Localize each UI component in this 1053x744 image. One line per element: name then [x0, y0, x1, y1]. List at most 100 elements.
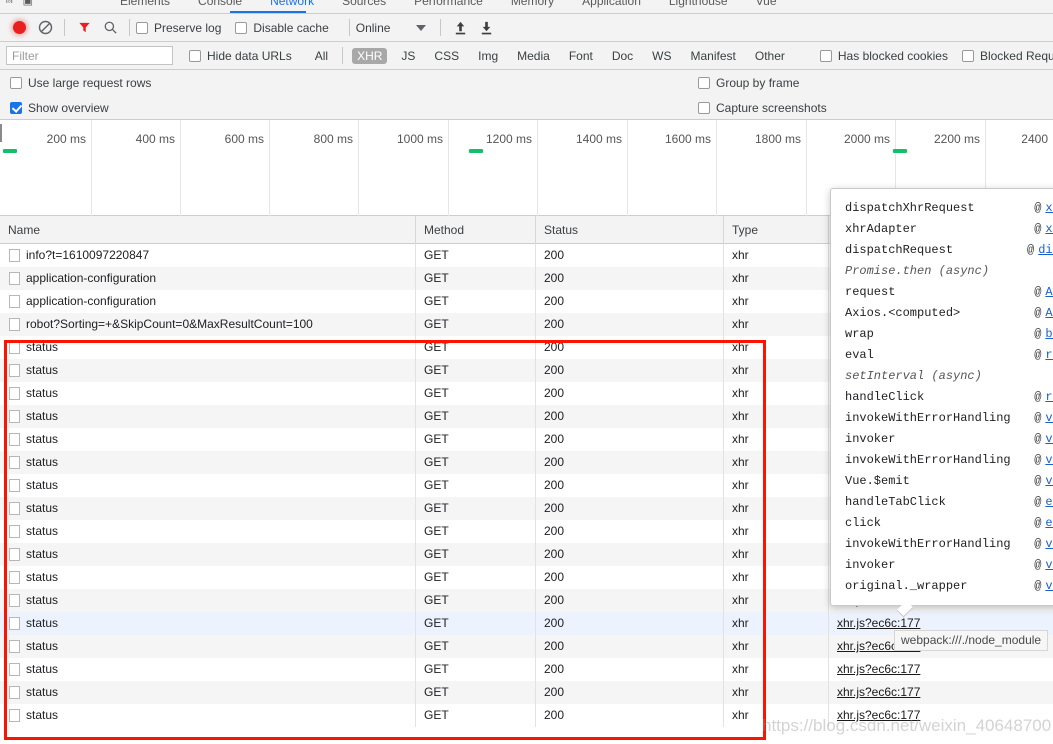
callstack-source-link[interactable]: xhr: [1045, 201, 1053, 215]
cell-name[interactable]: status: [0, 359, 416, 382]
cell-name[interactable]: status: [0, 474, 416, 497]
callstack-source-link[interactable]: Axi: [1045, 306, 1053, 320]
cell-name[interactable]: status: [0, 589, 416, 612]
row-checkbox[interactable]: [9, 387, 20, 400]
clear-icon[interactable]: [32, 15, 58, 41]
row-checkbox[interactable]: [9, 318, 20, 331]
tab-network[interactable]: Network: [270, 0, 314, 8]
callstack-frame[interactable]: wrap @bin: [831, 323, 1053, 344]
callstack-frame[interactable]: invoker @vue: [831, 428, 1053, 449]
type-chip-manifest[interactable]: Manifest: [686, 48, 741, 64]
filter-icon[interactable]: [71, 15, 97, 41]
hide-data-urls-checkbox[interactable]: Hide data URLs: [189, 49, 292, 63]
row-checkbox[interactable]: [9, 686, 20, 699]
callstack-source-link[interactable]: vue: [1045, 432, 1053, 446]
capture-screenshots-box[interactable]: [698, 101, 710, 114]
type-chip-css[interactable]: CSS: [429, 48, 464, 64]
table-row[interactable]: status GET200xhr xhr.js?ec6c:177: [0, 681, 1053, 704]
row-checkbox[interactable]: [9, 456, 20, 469]
callstack-frame[interactable]: handleTabClick @ele: [831, 491, 1053, 512]
row-checkbox[interactable]: [9, 479, 20, 492]
row-checkbox[interactable]: [9, 617, 20, 630]
cell-name[interactable]: status: [0, 681, 416, 704]
callstack-source-link[interactable]: vue: [1045, 474, 1053, 488]
cell-initiator[interactable]: xhr.js?ec6c:177: [829, 681, 1053, 704]
inspect-icon[interactable]: ⍝: [6, 0, 13, 7]
has-blocked-cookies-checkbox[interactable]: Has blocked cookies: [819, 49, 948, 63]
row-checkbox[interactable]: [9, 433, 20, 446]
callstack-frame[interactable]: request @Axi: [831, 281, 1053, 302]
callstack-source-link[interactable]: ele: [1045, 516, 1053, 530]
type-chip-font[interactable]: Font: [564, 48, 598, 64]
cell-name[interactable]: status: [0, 520, 416, 543]
cell-name[interactable]: status: [0, 635, 416, 658]
cell-initiator[interactable]: xhr.js?ec6c:177: [829, 704, 1053, 727]
initiator-link[interactable]: xhr.js?ec6c:177: [837, 616, 920, 630]
callstack-frame[interactable]: eval @rob: [831, 344, 1053, 365]
preserve-log-checkbox[interactable]: Preserve log: [136, 21, 221, 35]
record-icon[interactable]: [6, 15, 32, 41]
row-checkbox[interactable]: [9, 295, 20, 308]
table-row[interactable]: status GET200xhr xhr.js?ec6c:177: [0, 658, 1053, 681]
cell-name[interactable]: info?t=1610097220847: [0, 244, 416, 267]
tab-vue[interactable]: Vue: [756, 0, 777, 8]
callstack-source-link[interactable]: vue: [1045, 579, 1053, 593]
callstack-source-link[interactable]: Axi: [1045, 285, 1053, 299]
row-checkbox[interactable]: [9, 364, 20, 377]
callstack-source-link[interactable]: vue: [1045, 411, 1053, 425]
callstack-frame[interactable]: setInterval (async): [831, 365, 1053, 386]
row-checkbox[interactable]: [9, 525, 20, 538]
use-large-request-rows-checkbox[interactable]: Use large request rows: [10, 76, 151, 90]
tab-elements[interactable]: Elements: [120, 0, 170, 8]
column-header-status[interactable]: Status: [536, 216, 724, 244]
download-har-icon[interactable]: [473, 15, 499, 41]
callstack-frame[interactable]: Vue.$emit @vue: [831, 470, 1053, 491]
tab-memory[interactable]: Memory: [511, 0, 554, 8]
row-checkbox[interactable]: [9, 709, 20, 722]
row-checkbox[interactable]: [9, 272, 20, 285]
hide-data-urls-box[interactable]: [189, 49, 201, 62]
cell-name[interactable]: status: [0, 428, 416, 451]
type-chip-media[interactable]: Media: [512, 48, 555, 64]
blocked-requests-checkbox[interactable]: Blocked Requests: [961, 49, 1053, 63]
show-overview-box[interactable]: [10, 101, 22, 114]
device-toolbar-icon[interactable]: ▣: [23, 0, 33, 7]
type-chip-ws[interactable]: WS: [647, 48, 676, 64]
callstack-source-link[interactable]: vue: [1045, 558, 1053, 572]
column-header-name[interactable]: Name: [0, 216, 416, 244]
blocked-requests-box[interactable]: [961, 49, 974, 62]
callstack-source-link[interactable]: bin: [1045, 327, 1053, 341]
tab-lighthouse[interactable]: Lighthouse: [669, 0, 728, 8]
type-chip-doc[interactable]: Doc: [607, 48, 638, 64]
callstack-frame[interactable]: handleClick @rob: [831, 386, 1053, 407]
capture-screenshots-checkbox[interactable]: Capture screenshots: [698, 101, 827, 115]
initiator-link[interactable]: xhr.js?ec6c:177: [837, 708, 920, 722]
tab-application[interactable]: Application: [582, 0, 641, 8]
cell-name[interactable]: status: [0, 405, 416, 428]
cell-name[interactable]: status: [0, 336, 416, 359]
callstack-frame[interactable]: dispatchXhrRequest @xhr: [831, 197, 1053, 218]
callstack-frame[interactable]: Axios.<computed> @Axi: [831, 302, 1053, 323]
cell-initiator[interactable]: xhr.js?ec6c:177: [829, 658, 1053, 681]
callstack-source-link[interactable]: rob: [1045, 390, 1053, 404]
cell-name[interactable]: status: [0, 382, 416, 405]
search-icon[interactable]: [97, 15, 123, 41]
type-chip-js[interactable]: JS: [396, 48, 420, 64]
throttling-select[interactable]: Online: [356, 21, 427, 35]
row-checkbox[interactable]: [9, 249, 20, 262]
callstack-frame[interactable]: Promise.then (async): [831, 260, 1053, 281]
row-checkbox[interactable]: [9, 341, 20, 354]
row-checkbox[interactable]: [9, 571, 20, 584]
callstack-source-link[interactable]: xhr: [1045, 222, 1053, 236]
cell-name[interactable]: application-configuration: [0, 267, 416, 290]
cell-name[interactable]: status: [0, 451, 416, 474]
disable-cache-checkbox[interactable]: Disable cache: [235, 21, 329, 35]
type-chip-all[interactable]: All: [310, 48, 333, 64]
cell-name[interactable]: robot?Sorting=+&SkipCount=0&MaxResultCou…: [0, 313, 416, 336]
group-by-frame-checkbox[interactable]: Group by frame: [698, 76, 799, 90]
cell-name[interactable]: status: [0, 566, 416, 589]
callstack-frame[interactable]: invoker @vue: [831, 554, 1053, 575]
table-row[interactable]: status GET200xhr xhr.js?ec6c:177: [0, 704, 1053, 727]
filter-input[interactable]: [6, 46, 173, 65]
cell-name[interactable]: status: [0, 543, 416, 566]
